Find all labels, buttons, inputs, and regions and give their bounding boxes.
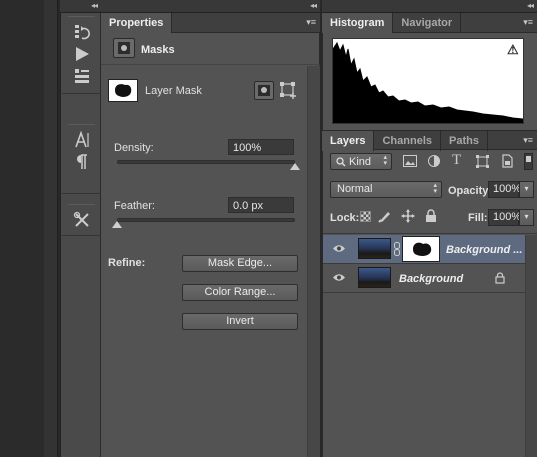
visibility-eye-icon[interactable] — [333, 273, 345, 282]
filter-kind-value: Kind — [349, 156, 372, 168]
panel-menu-icon[interactable]: ▾≡ — [523, 17, 533, 28]
opacity-label: Opacity: — [448, 185, 493, 197]
histogram-tab-bar: Histogram Navigator ▾≡ — [322, 13, 537, 33]
filter-smart-object-icon[interactable] — [501, 154, 513, 168]
history-icon[interactable] — [62, 21, 101, 43]
right-collapse-bar[interactable]: ◂◂ — [322, 0, 537, 13]
tools-collapse-bar[interactable]: ◂◂ — [60, 0, 101, 13]
density-slider-thumb[interactable] — [290, 163, 300, 170]
filter-toggle-switch[interactable] — [524, 153, 533, 170]
feather-label: Feather: — [114, 200, 155, 212]
canvas-scrollbar[interactable] — [44, 0, 58, 457]
panel-menu-icon[interactable]: ▾≡ — [523, 135, 533, 146]
fill-field[interactable]: 100% — [488, 209, 521, 226]
document-canvas-area — [0, 0, 44, 457]
cache-warning-icon[interactable]: ⚠ — [507, 42, 519, 58]
tab-properties[interactable]: Properties — [101, 13, 173, 33]
layers-divider — [323, 233, 537, 234]
refine-label: Refine: — [108, 257, 146, 269]
feather-slider-thumb[interactable] — [112, 221, 122, 228]
tab-paths[interactable]: Paths — [441, 131, 488, 151]
layer-row[interactable]: Background — [323, 264, 525, 293]
properties-scrollbar[interactable] — [307, 66, 320, 457]
layer-lock-icon — [495, 272, 505, 284]
feather-slider-track[interactable] — [117, 218, 295, 222]
layer-mask-thumbnail — [108, 79, 138, 102]
filter-adjustment-icon[interactable] — [428, 155, 440, 167]
panel-menu-icon[interactable]: ▾≡ — [306, 17, 316, 28]
layer-thumbnail — [358, 267, 391, 288]
tool-presets-icon[interactable] — [62, 209, 101, 231]
fill-dropdown-button[interactable]: ▾ — [519, 209, 534, 226]
collapse-icon[interactable]: ◂◂ — [527, 1, 534, 10]
mask-edge-button[interactable]: Mask Edge... — [182, 255, 298, 272]
blend-mode-dropdown[interactable]: Normal ▴ ▾ — [330, 181, 442, 198]
dropdown-arrows-icon: ▴ ▾ — [383, 154, 387, 167]
layer-name[interactable]: Background — [399, 273, 463, 285]
tab-layers[interactable]: Layers — [322, 131, 375, 151]
dropdown-arrows-icon: ▴ ▾ — [433, 182, 437, 195]
actions-play-icon[interactable] — [62, 43, 101, 65]
blend-mode-value: Normal — [337, 183, 373, 195]
lock-transparent-icon[interactable] — [360, 211, 371, 222]
invert-button[interactable]: Invert — [182, 313, 298, 330]
filter-kind-dropdown[interactable]: Kind ▴ ▾ — [330, 153, 392, 170]
collapse-icon[interactable]: ◂◂ — [310, 1, 317, 10]
density-label: Density: — [114, 142, 154, 154]
layers-scrollbar[interactable] — [525, 235, 537, 457]
filter-shape-icon[interactable] — [476, 155, 489, 168]
feather-field[interactable]: 0.0 px — [228, 197, 294, 213]
layer-mask-thumbnail[interactable] — [402, 236, 440, 262]
density-slider-track[interactable] — [117, 160, 295, 164]
layer-row[interactable]: Background ... — [323, 235, 525, 264]
layer-thumbnail — [358, 238, 391, 259]
masks-title: Masks — [141, 44, 175, 56]
tab-histogram[interactable]: Histogram — [322, 13, 394, 33]
filter-type-icon[interactable]: T — [452, 152, 461, 169]
tab-navigator[interactable]: Navigator — [393, 13, 462, 33]
layer-name[interactable]: Background ... — [446, 244, 522, 256]
tools-strip — [60, 0, 101, 457]
lock-all-icon[interactable] — [425, 209, 437, 223]
properties-collapse-bar[interactable]: ◂◂ — [101, 0, 320, 13]
visibility-eye-icon[interactable] — [333, 244, 345, 253]
mask-link-icon[interactable] — [394, 242, 400, 256]
lock-position-icon[interactable] — [401, 209, 415, 223]
properties-tab-bar: Properties ▾≡ — [101, 13, 320, 33]
opacity-field[interactable]: 100% — [488, 181, 521, 198]
opacity-dropdown-button[interactable]: ▾ — [519, 181, 534, 198]
histogram-graph — [332, 38, 524, 124]
properties-panel — [101, 0, 320, 457]
layers-tab-bar: Layers Channels Paths ▾≡ — [322, 130, 537, 151]
layer-comps-icon[interactable] — [62, 65, 101, 87]
density-field[interactable]: 100% — [228, 139, 294, 155]
add-pixel-mask-icon[interactable] — [254, 81, 274, 100]
paragraph-icon[interactable] — [62, 151, 101, 173]
masks-header: Masks — [101, 33, 320, 65]
character-icon[interactable] — [62, 129, 101, 151]
pixel-mask-icon[interactable] — [113, 38, 135, 58]
fill-label: Fill: — [468, 212, 488, 224]
filter-pixel-icon[interactable] — [403, 155, 417, 167]
layer-mask-label: Layer Mask — [145, 85, 202, 97]
add-vector-mask-icon[interactable] — [279, 81, 299, 100]
color-range-button[interactable]: Color Range... — [182, 284, 298, 301]
collapse-icon[interactable]: ◂◂ — [91, 1, 98, 10]
search-icon — [336, 157, 346, 167]
lock-image-icon[interactable] — [378, 209, 392, 223]
tab-channels[interactable]: Channels — [374, 131, 441, 151]
lock-label: Lock: — [330, 212, 360, 224]
